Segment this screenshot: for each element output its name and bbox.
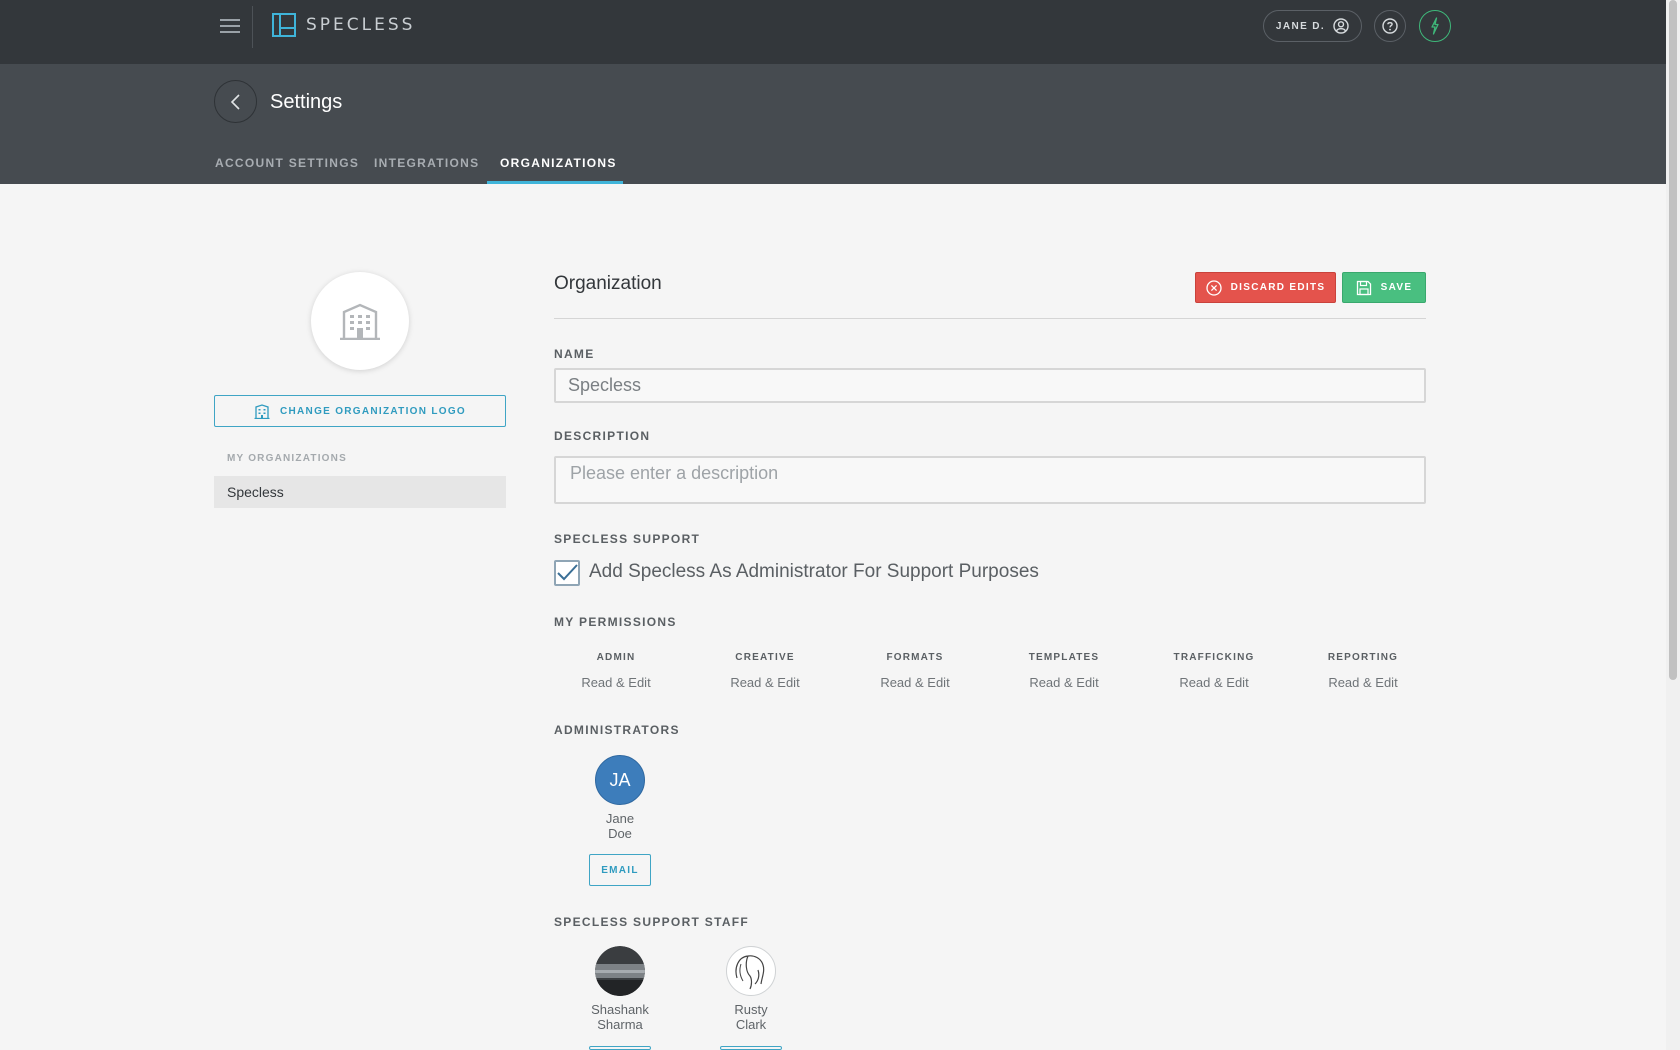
support-admin-checkbox-label[interactable]: Add Specless As Administrator For Suppor… [589,561,1039,583]
permission-templates: TEMPLATES Read & Edit [1009,652,1119,690]
support-staff-label: SPECLESS SUPPORT STAFF [554,915,750,929]
permission-name: ADMIN [596,652,636,663]
building-icon [254,403,270,419]
my-permissions-label: MY PERMISSIONS [554,615,677,629]
permission-value: Read & Edit [1328,675,1398,690]
permission-creative: CREATIVE Read & Edit [710,652,820,690]
change-logo-label: CHANGE ORGANIZATION LOGO [279,405,466,417]
person-last-name: Sharma [597,1017,643,1032]
person-name: Rusty Clark [711,1002,791,1032]
support-admin-checkbox[interactable] [554,560,580,586]
tab-organizations[interactable]: ORGANIZATIONS [487,156,623,184]
avatar[interactable] [726,946,776,996]
topbar-divider [252,6,253,48]
avatar[interactable] [595,946,645,996]
permission-name: FORMATS [886,652,944,663]
user-menu-button[interactable]: JANE D. [1263,10,1362,42]
menu-line [220,19,240,21]
user-icon [1333,18,1349,34]
person-first-name: Shashank [591,1002,649,1017]
save-button[interactable]: SAVE [1342,272,1426,303]
administrator-card: JA Jane Doe [580,755,660,841]
permission-value: Read & Edit [880,675,950,690]
organization-name-input[interactable] [554,368,1426,403]
building-icon [340,303,380,340]
permission-admin: ADMIN Read & Edit [561,652,671,690]
administrators-label: ADMINISTRATORS [554,723,680,737]
app-logo[interactable]: SPECLESS [272,13,415,37]
top-bar: SPECLESS JANE D. [0,0,1666,64]
profile-photo [595,946,645,996]
close-circle-icon [1206,279,1222,296]
permission-reporting: REPORTING Read & Edit [1308,652,1418,690]
checkmark-icon [557,564,578,581]
email-button-partial[interactable] [720,1046,782,1050]
permission-value: Read & Edit [1029,675,1099,690]
menu-line [220,25,240,27]
permission-name: CREATIVE [735,652,795,663]
tab-integrations[interactable]: INTEGRATIONS [374,156,479,184]
page-header: Settings ACCOUNT SETTINGS INTEGRATIONS O… [0,64,1666,184]
organization-list-item[interactable]: Specless [214,476,506,508]
description-label: DESCRIPTION [554,429,651,443]
help-icon [1382,18,1398,34]
person-first-name: Rusty [734,1002,768,1017]
section-title: Organization [554,273,662,294]
permission-trafficking: TRAFFICKING Read & Edit [1159,652,1269,690]
avatar[interactable]: JA [595,755,645,805]
logo-icon [272,13,296,37]
section-divider [554,318,1426,319]
permission-formats: FORMATS Read & Edit [860,652,970,690]
back-button[interactable] [214,80,257,123]
specless-support-label: SPECLESS SUPPORT [554,532,701,546]
support-staff-card: Shashank Sharma [580,946,660,1032]
email-button[interactable]: EMAIL [589,854,651,886]
support-staff-card: Rusty Clark [711,946,791,1032]
bolt-icon [1431,17,1439,35]
person-last-name: Clark [735,1017,767,1032]
chevron-left-icon [230,93,240,110]
page-title: Settings [270,91,343,113]
email-button-partial[interactable] [589,1046,651,1050]
description-input[interactable] [554,456,1426,504]
permission-value: Read & Edit [581,675,651,690]
permission-name: TEMPLATES [1028,652,1100,663]
person-name: Shashank Sharma [580,1002,660,1032]
help-button[interactable] [1374,10,1406,42]
permission-name: TRAFFICKING [1173,652,1255,663]
user-name: JANE D. [1275,20,1326,32]
tab-account-settings[interactable]: ACCOUNT SETTINGS [215,156,359,184]
discard-label: DISCARD EDITS [1230,282,1326,293]
save-label: SAVE [1380,282,1413,293]
permission-value: Read & Edit [1179,675,1249,690]
organization-logo [311,272,409,370]
hamburger-menu-button[interactable] [216,14,244,38]
discard-edits-button[interactable]: DISCARD EDITS [1195,272,1336,303]
permission-name: REPORTING [1327,652,1399,663]
scrollbar-thumb[interactable] [1669,0,1677,680]
menu-line [220,31,240,33]
logo-text: SPECLESS [306,15,416,35]
person-first-name: Jane [605,811,635,826]
floppy-disk-icon [1356,280,1371,295]
name-label: NAME [554,347,595,361]
elephant-sketch-avatar [735,955,765,990]
activity-button[interactable] [1419,10,1451,42]
person-last-name: Doe [608,826,632,841]
person-name: Jane Doe [580,811,660,841]
my-organizations-heading: MY ORGANIZATIONS [227,453,347,464]
permission-value: Read & Edit [730,675,800,690]
change-organization-logo-button[interactable]: CHANGE ORGANIZATION LOGO [214,395,506,427]
